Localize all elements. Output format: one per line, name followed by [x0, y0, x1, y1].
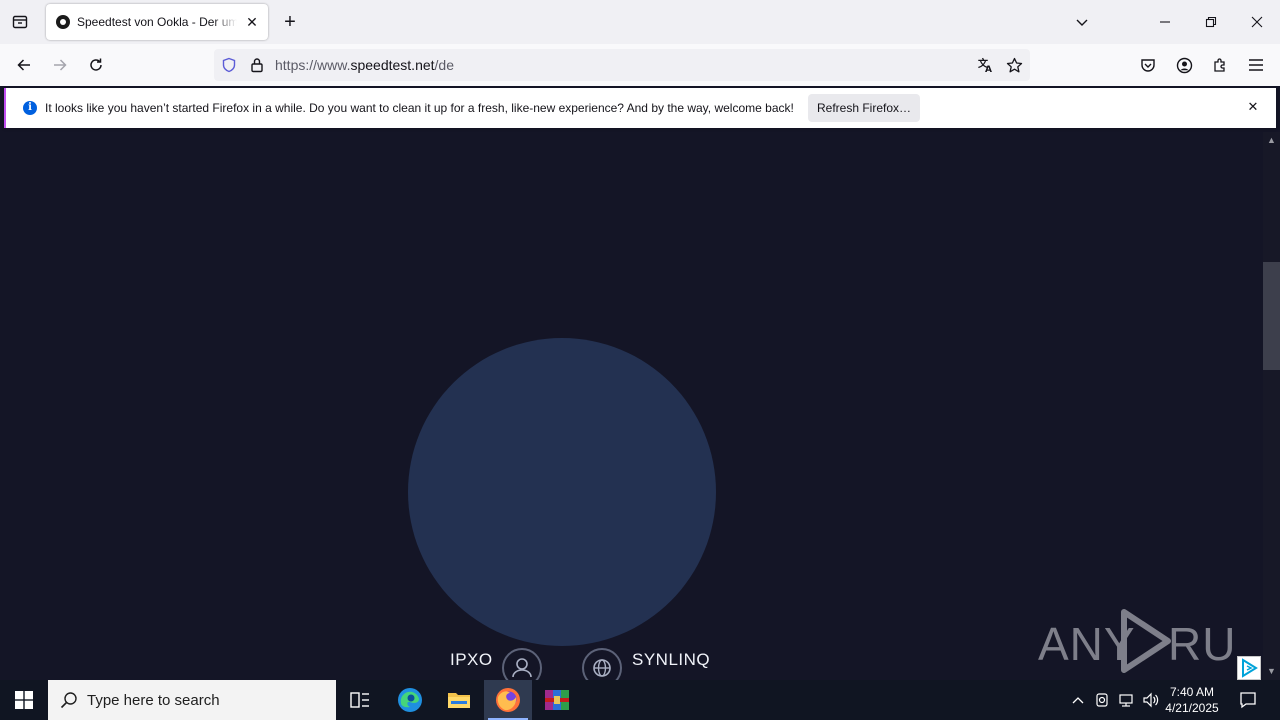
folder-icon [448, 693, 470, 708]
url-prefix: https://www. [275, 57, 351, 73]
url-text[interactable]: https://www.speedtest.net/de [275, 57, 454, 73]
bookmark-star-icon[interactable] [1004, 55, 1024, 75]
notification-close-icon[interactable]: ✕ [1244, 98, 1262, 116]
list-all-tabs-button[interactable] [1070, 10, 1094, 34]
network-icon [1119, 694, 1133, 707]
url-path: /de [434, 57, 454, 73]
edge-icon [398, 688, 422, 712]
notification-message: It looks like you haven’t started Firefo… [45, 101, 794, 115]
minimize-icon [1160, 21, 1170, 23]
close-window-button[interactable] [1234, 0, 1280, 44]
url-domain: speedtest.net [350, 57, 435, 73]
notification-icon [1240, 692, 1256, 709]
scroll-down-arrow-icon[interactable]: ▼ [1266, 666, 1277, 677]
hamburger-menu-icon [1249, 59, 1263, 71]
speedtest-favicon-icon [56, 15, 70, 29]
isp-name: IPXO [450, 650, 493, 669]
taskbar-clock[interactable]: 7:40 AM 4/21/2025 [1160, 684, 1224, 716]
pocket-icon [1141, 59, 1155, 72]
reload-button[interactable] [82, 52, 110, 78]
page-scrollbar[interactable]: ▲ ▼ [1263, 132, 1280, 680]
task-view-icon [350, 692, 369, 708]
lock-icon[interactable] [248, 56, 266, 74]
tray-volume[interactable] [1140, 690, 1162, 710]
show-hidden-icons-button[interactable] [1068, 690, 1088, 710]
puzzle-icon [1214, 58, 1225, 72]
taskbar-search-box[interactable]: Type here to search [48, 680, 336, 720]
account-icon [1176, 57, 1192, 73]
refresh-firefox-notification: i It looks like you haven’t started Fire… [4, 88, 1276, 128]
url-bar[interactable]: https://www.speedtest.net/de 文A [214, 49, 1030, 81]
firefox-view-icon [12, 15, 28, 29]
minimize-button[interactable] [1142, 0, 1188, 44]
task-view-button[interactable] [336, 680, 384, 720]
svg-text:ANY: ANY [1038, 618, 1136, 670]
arrow-left-icon [17, 59, 30, 71]
scrollbar-thumb[interactable] [1263, 262, 1280, 370]
restore-icon [1205, 16, 1217, 28]
info-icon: i [23, 101, 37, 115]
taskbar-winrar[interactable] [533, 680, 581, 720]
close-icon [1251, 16, 1263, 28]
arrow-right-icon [54, 59, 67, 71]
windows-taskbar: Type here to search 7:40 AM 4/21/2025 [0, 680, 1280, 720]
taskbar-firefox[interactable] [484, 680, 532, 720]
start-button[interactable] [0, 680, 48, 720]
tab-close-icon[interactable]: ✕ [243, 13, 261, 31]
winrar-icon [545, 690, 569, 710]
translate-icon[interactable]: 文A [976, 55, 996, 75]
search-icon [60, 692, 77, 709]
reload-icon [90, 58, 102, 71]
firefox-view-button[interactable] [8, 10, 32, 34]
refresh-firefox-button[interactable]: Refresh Firefox… [808, 94, 920, 122]
clock-time: 7:40 AM [1169, 685, 1215, 699]
back-button[interactable] [10, 52, 38, 78]
scroll-up-arrow-icon[interactable]: ▲ [1266, 135, 1277, 146]
chevron-down-icon [1076, 19, 1088, 26]
anyrun-watermark-logo: ANY RUN [1038, 608, 1270, 674]
pocket-button[interactable] [1136, 52, 1160, 78]
app-menu-button[interactable] [1244, 52, 1268, 78]
windows-logo-icon [15, 691, 33, 709]
account-button[interactable] [1172, 52, 1196, 78]
action-center-button[interactable] [1234, 690, 1262, 710]
navigation-toolbar: https://www.speedtest.net/de 文A [0, 44, 1280, 86]
firefox-icon [496, 688, 520, 712]
server-name: SYNLINQ [632, 650, 711, 669]
tracking-protection-shield-icon[interactable] [220, 56, 238, 74]
svg-text:RUN: RUN [1168, 618, 1234, 670]
extensions-button[interactable] [1208, 52, 1232, 78]
taskbar-edge[interactable] [386, 680, 434, 720]
tab-strip: Speedtest von Ookla - Der umfassende Ges… [0, 0, 1280, 44]
speed-gauge-circle[interactable] [408, 338, 716, 646]
taskbar-file-explorer[interactable] [435, 680, 483, 720]
search-placeholder: Type here to search [87, 692, 220, 709]
svg-text:A: A [985, 65, 992, 74]
new-tab-button[interactable]: + [278, 10, 302, 34]
page-content: IPXO SYNLINQ ANY RUN ▲ ▼ [0, 132, 1280, 688]
forward-button[interactable] [46, 52, 74, 78]
tab-title: Speedtest von Ookla - Der umfassende Ges… [77, 15, 237, 29]
tray-app-icon [1096, 693, 1108, 707]
volume-icon [1143, 692, 1159, 708]
restore-button[interactable] [1188, 0, 1234, 44]
clock-date: 4/21/2025 [1165, 701, 1219, 715]
tray-network[interactable] [1116, 690, 1136, 710]
chevron-up-icon [1072, 697, 1084, 704]
ad-choices-icon[interactable] [1237, 656, 1261, 680]
tab-speedtest[interactable]: Speedtest von Ookla - Der umfassende Ges… [46, 4, 268, 40]
plus-icon: + [284, 10, 296, 33]
tray-defender[interactable] [1092, 690, 1112, 710]
